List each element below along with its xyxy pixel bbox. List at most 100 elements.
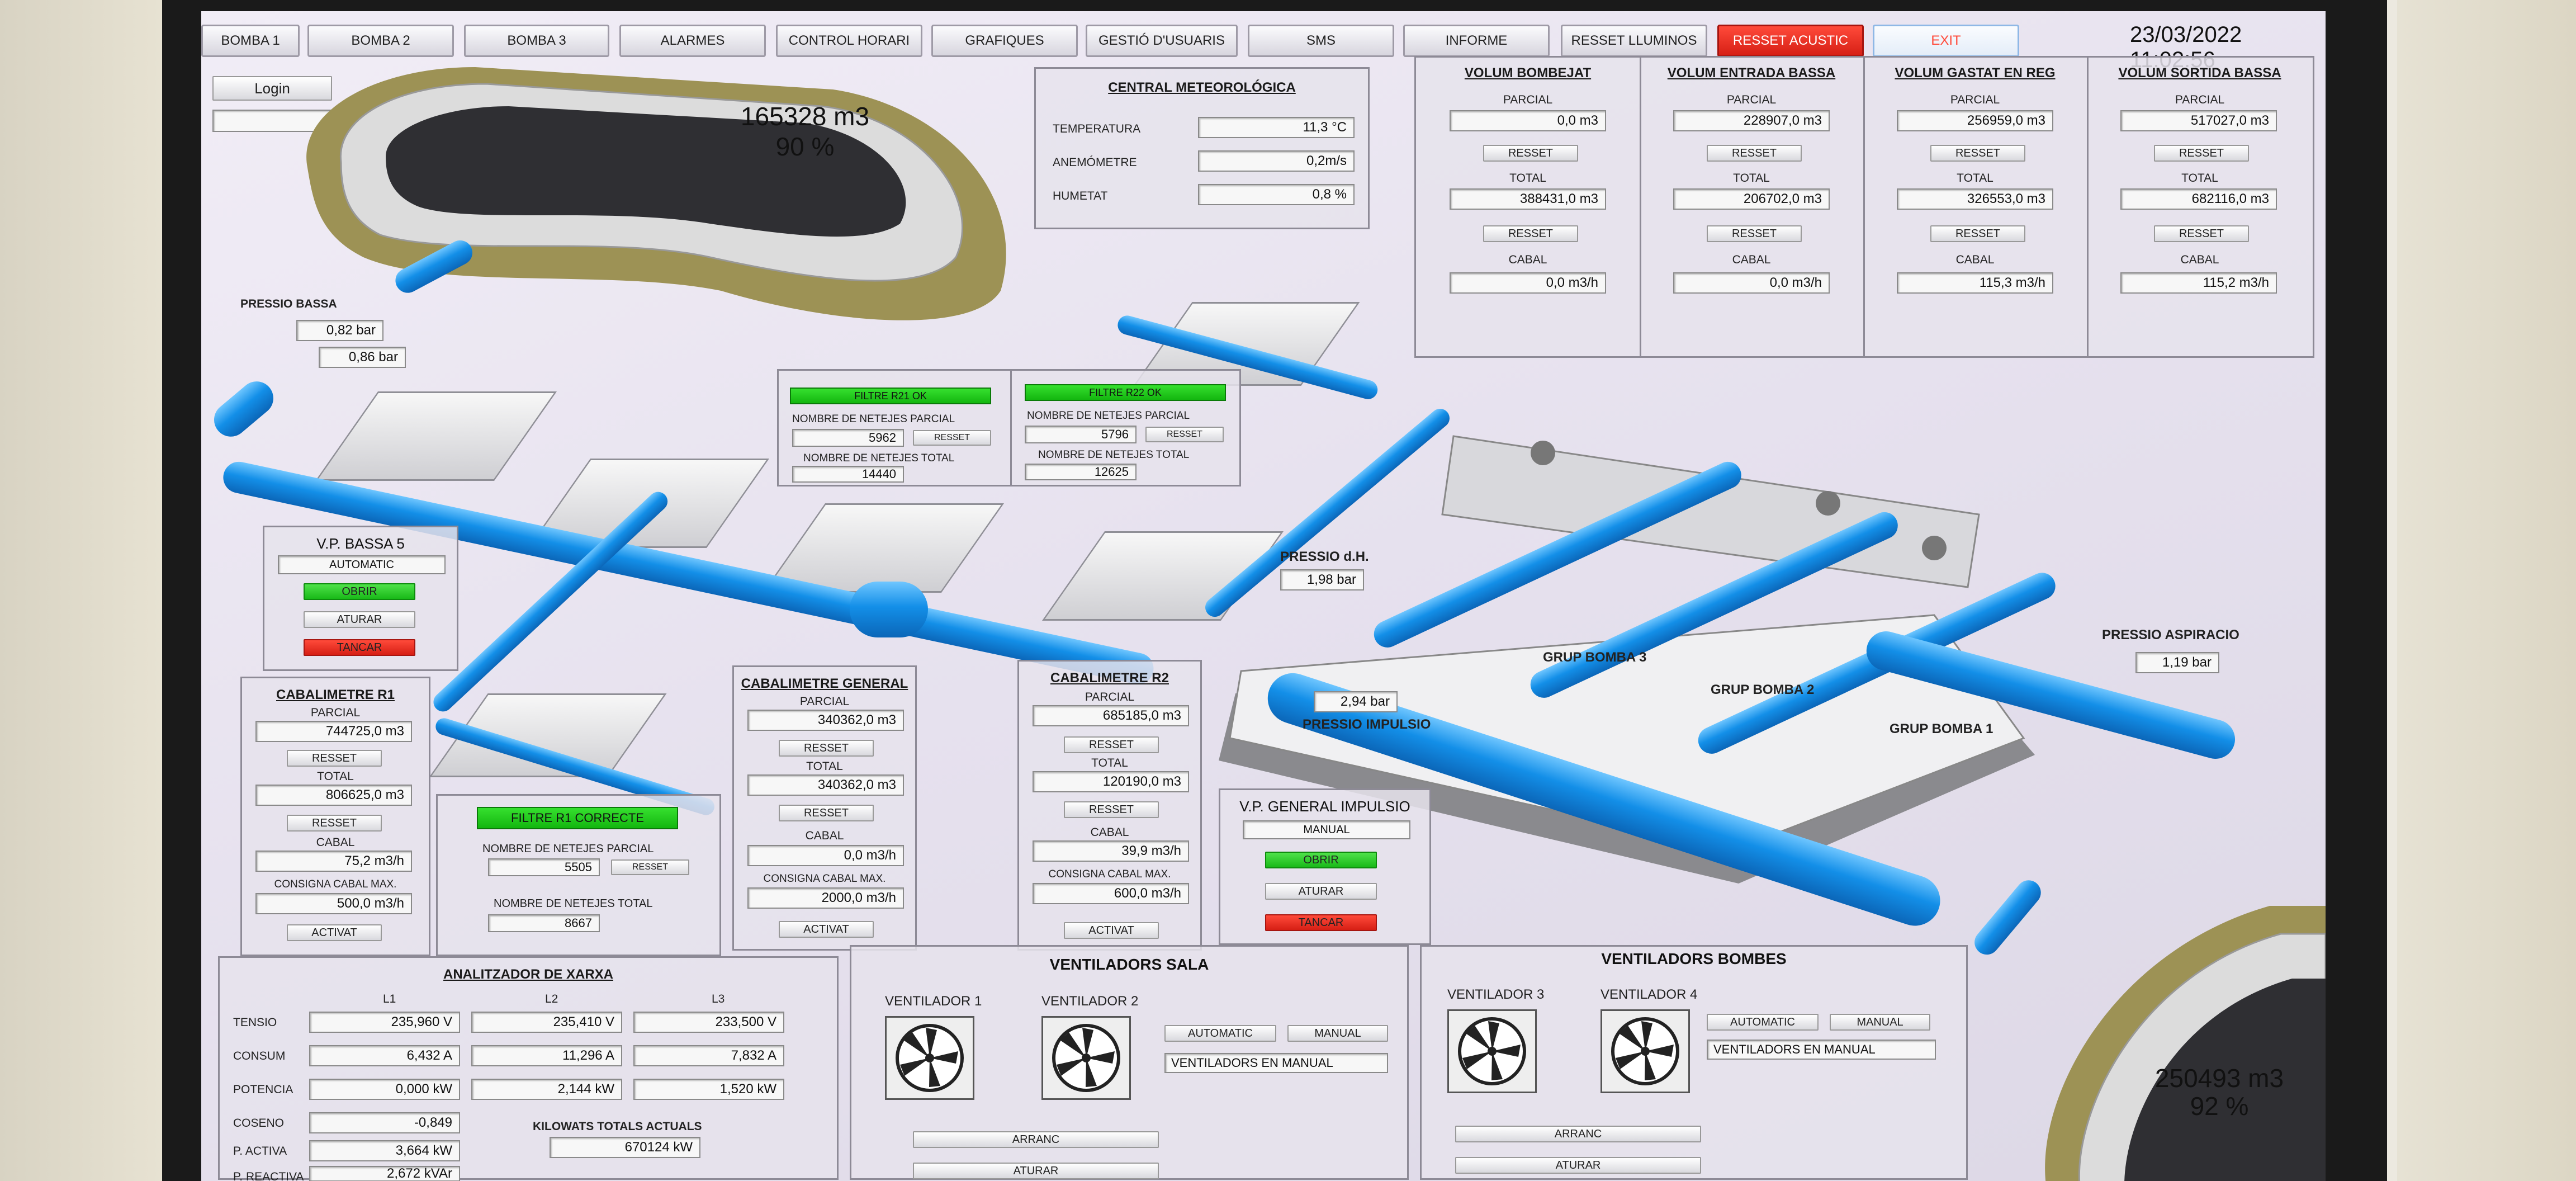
volum-entrada-parcial-label: PARCIAL [1726, 93, 1777, 106]
volum-sortida-resset-parcial[interactable]: RESSET [2154, 145, 2249, 162]
volum-gastat-resset-parcial[interactable]: RESSET [1930, 145, 2025, 162]
vp-impulsio-obrir-button[interactable]: OBRIR [1265, 852, 1377, 868]
meteo-title: CENTRAL METEOROLÓGICA [1108, 80, 1296, 95]
filtres-r2-panel: FILTRE R21 OK NOMBRE DE NETEJES PARCIAL … [777, 369, 1241, 486]
cabalimetre-r2-total-label: TOTAL [1091, 757, 1128, 769]
valve-room-3 [762, 503, 1005, 593]
cabalimetre-r1-resset-total[interactable]: RESSET [287, 815, 382, 832]
analitzador-tensio-l1: 235,960 V [309, 1012, 460, 1033]
filtre-r21-total-label: NOMBRE DE NETEJES TOTAL [803, 452, 955, 464]
volum-bombejat-cabal: 0,0 m3/h [1450, 272, 1606, 294]
filtre-r22-resset[interactable]: RESSET [1145, 427, 1224, 442]
volum-bombejat-resset-parcial[interactable]: RESSET [1483, 145, 1578, 162]
bassa-bottom-percent: 92 % [2190, 1092, 2249, 1121]
nav-bomba-1[interactable]: BOMBA 1 [201, 25, 300, 57]
vp-impulsio-title: V.P. GENERAL IMPULSIO [1239, 798, 1410, 815]
cabalimetre-general-resset-parcial[interactable]: RESSET [779, 740, 874, 757]
meteo-temp-label: TEMPERATURA [1053, 122, 1141, 135]
analitzador-col-l3: L3 [712, 993, 725, 1005]
meteo-anemo-value: 0,2m/s [1198, 150, 1355, 172]
nav-bomba-3[interactable]: BOMBA 3 [464, 25, 609, 57]
exit-button[interactable]: EXIT [1873, 25, 2019, 57]
ventiladors-sala-aturar-button[interactable]: ATURAR [913, 1163, 1159, 1179]
nav-sms[interactable]: SMS [1248, 25, 1394, 57]
nav-gestio-usuaris[interactable]: GESTIÓ D'USUARIS [1086, 25, 1238, 57]
analitzador-potencia-l2: 2,144 kW [471, 1079, 622, 1100]
nav-control-horari[interactable]: CONTROL HORARI [776, 25, 922, 57]
filtre-r1-total: 8667 [488, 914, 600, 932]
ventiladors-sala-manual-button[interactable]: MANUAL [1287, 1025, 1388, 1042]
filtre-r22-total-label: NOMBRE DE NETEJES TOTAL [1038, 449, 1190, 461]
vp-impulsio-tancar-button[interactable]: TANCAR [1265, 914, 1377, 931]
cabalimetre-r1-resset-parcial[interactable]: RESSET [287, 750, 382, 767]
cabalimetre-general-resset-total[interactable]: RESSET [779, 805, 874, 821]
ventiladors-bombes-manual-button[interactable]: MANUAL [1830, 1014, 1930, 1031]
cabalimetre-r2-consigna[interactable]: 600,0 m3/h [1033, 883, 1189, 904]
nav-resset-lluminos[interactable]: RESSET LLUMINOS [1561, 25, 1707, 57]
ventiladors-bombes-arranc-button[interactable]: ARRANC [1455, 1126, 1701, 1142]
filtre-r1-status: FILTRE R1 CORRECTE [477, 807, 678, 829]
cabalimetre-r2-resset-total[interactable]: RESSET [1064, 801, 1159, 818]
vp-bassa-aturar-button[interactable]: ATURAR [304, 611, 415, 628]
filtre-r1-resset[interactable]: RESSET [611, 859, 689, 875]
cabalimetre-r1-consigna[interactable]: 500,0 m3/h [255, 893, 412, 914]
volum-entrada-resset-parcial[interactable]: RESSET [1707, 145, 1802, 162]
nav-resset-acustic[interactable]: RESSET ACUSTIC [1717, 25, 1864, 57]
nav-informe[interactable]: INFORME [1403, 25, 1550, 57]
cabalimetre-r2-consigna-label: CONSIGNA CABAL MAX. [1048, 868, 1171, 880]
volum-bombejat-total: 388431,0 m3 [1450, 188, 1606, 210]
vp-impulsio-aturar-button[interactable]: ATURAR [1265, 883, 1377, 900]
cabalimetre-general-cabal-label: CABAL [805, 829, 844, 842]
vp-bassa-obrir-button[interactable]: OBRIR [304, 583, 415, 600]
filtre-r21-resset[interactable]: RESSET [913, 430, 991, 446]
reservoir-bottom [2045, 906, 2326, 1181]
cabalimetre-r2-cabal: 39,9 m3/h [1033, 840, 1189, 862]
pressio-aspiracio-value: 1,19 bar [2135, 652, 2219, 673]
cabalimetre-general-consigna[interactable]: 2000,0 m3/h [747, 887, 904, 909]
filtre-r21-status: FILTRE R21 OK [790, 388, 991, 404]
ventilador-1-icon[interactable] [885, 1016, 974, 1100]
analitzador-title: ANALITZADOR DE XARXA [443, 967, 613, 982]
volum-entrada-resset-total[interactable]: RESSET [1707, 225, 1802, 242]
nav-grafiques[interactable]: GRAFIQUES [931, 25, 1078, 57]
vp-bassa-panel: V.P. BASSA 5 AUTOMATIC OBRIR ATURAR TANC… [263, 526, 458, 671]
analitzador-consum-l2: 11,296 A [471, 1045, 622, 1066]
cabalimetre-general-total-label: TOTAL [806, 760, 843, 773]
cabalimetre-r1-activat-button[interactable]: ACTIVAT [287, 924, 382, 941]
analitzador-consum-l1: 6,432 A [309, 1045, 460, 1066]
cabalimetre-r1-consigna-label: CONSIGNA CABAL MAX. [274, 878, 397, 890]
ventilador-2-icon[interactable] [1041, 1016, 1131, 1100]
nav-bomba-2[interactable]: BOMBA 2 [307, 25, 454, 57]
cabalimetre-r2-panel: CABALIMETRE R2 PARCIAL 685185,0 m3 RESSE… [1017, 660, 1202, 951]
ventilador-4-icon[interactable] [1600, 1009, 1690, 1093]
ventiladors-sala-auto-button[interactable]: AUTOMATIC [1164, 1025, 1276, 1042]
bassa-top-percent: 90 % [775, 132, 835, 161]
pressio-impulsio-label: PRESSIO IMPULSIO [1303, 717, 1431, 732]
reservoir-top [306, 67, 1006, 320]
cabalimetre-r1-panel: CABALIMETRE R1 PARCIAL 744725,0 m3 RESSE… [240, 677, 430, 956]
nav-alarmes[interactable]: ALARMES [619, 25, 766, 57]
cabalimetre-r2-activat-button[interactable]: ACTIVAT [1064, 922, 1159, 939]
cabalimetre-r2-resset-parcial[interactable]: RESSET [1064, 736, 1159, 753]
inlet-elbow-pipe [207, 374, 281, 443]
volum-entrada-total-label: TOTAL [1733, 172, 1770, 185]
ventiladors-sala-arranc-button[interactable]: ARRANC [913, 1131, 1159, 1148]
analitzador-coseno-label: COSENO [233, 1117, 285, 1130]
ventiladors-bombes-aturar-button[interactable]: ATURAR [1455, 1157, 1701, 1174]
volum-gastat-resset-total[interactable]: RESSET [1930, 225, 2025, 242]
volum-sortida-resset-total[interactable]: RESSET [2154, 225, 2249, 242]
meteo-hum-value: 0,8 % [1198, 184, 1355, 205]
vp-bassa-tancar-button[interactable]: TANCAR [304, 639, 415, 656]
volum-gastat-title: VOLUM GASTAT EN REG [1895, 65, 2056, 81]
cabalimetre-r1-parcial: 744725,0 m3 [255, 721, 412, 742]
analitzador-kw-value: 670124 kW [550, 1137, 700, 1158]
analitzador-potencia-l3: 1,520 kW [633, 1079, 784, 1100]
cabalimetre-general-total: 340362,0 m3 [747, 774, 904, 796]
ventiladors-bombes-auto-button[interactable]: AUTOMATIC [1707, 1014, 1819, 1031]
ventilador-3-icon[interactable] [1447, 1009, 1537, 1093]
volum-bombejat-resset-total[interactable]: RESSET [1483, 225, 1578, 242]
cabalimetre-general-activat-button[interactable]: ACTIVAT [779, 921, 874, 938]
volum-gastat-total-label: TOTAL [1957, 172, 1993, 185]
volum-entrada-cabal: 0,0 m3/h [1673, 272, 1830, 294]
wall-left [0, 0, 162, 1181]
